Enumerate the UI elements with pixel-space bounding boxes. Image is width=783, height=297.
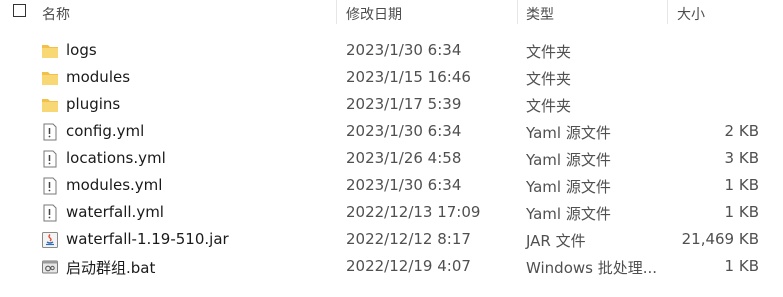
file-type: JAR 文件 bbox=[526, 232, 586, 250]
file-row[interactable]: locations.yml 2023/1/26 4:58 Yaml 源文件 3 … bbox=[0, 145, 783, 172]
file-date: 2023/1/17 5:39 bbox=[346, 95, 462, 113]
file-row[interactable]: 启动群组.bat 2022/12/19 4:07 Windows 批处理... … bbox=[0, 253, 783, 280]
file-date: 2023/1/15 16:46 bbox=[346, 68, 471, 86]
java-jar-icon bbox=[41, 231, 59, 249]
yaml-file-icon bbox=[41, 204, 59, 222]
select-all-checkbox[interactable] bbox=[13, 4, 26, 17]
file-name: modules.yml bbox=[66, 176, 163, 194]
column-divider[interactable] bbox=[517, 0, 518, 24]
file-size: 2 KB bbox=[724, 122, 759, 140]
file-size: 21,469 KB bbox=[681, 230, 759, 248]
file-row[interactable]: modules.yml 2023/1/30 6:34 Yaml 源文件 1 KB bbox=[0, 172, 783, 199]
file-name: logs bbox=[66, 41, 97, 59]
file-name: 启动群组.bat bbox=[66, 259, 156, 277]
file-row[interactable]: waterfall-1.19-510.jar 2022/12/12 8:17 J… bbox=[0, 226, 783, 253]
column-header-name[interactable]: 名称 bbox=[42, 4, 70, 24]
column-header: ⌃ 名称 修改日期 类型 大小 bbox=[0, 0, 783, 27]
file-row[interactable]: logs 2023/1/30 6:34 文件夹 bbox=[0, 37, 783, 64]
file-date: 2023/1/30 6:34 bbox=[346, 122, 462, 140]
batch-file-icon bbox=[41, 258, 59, 276]
file-date: 2022/12/13 17:09 bbox=[346, 203, 481, 221]
file-type: 文件夹 bbox=[526, 70, 572, 88]
file-row[interactable]: waterfall.yml 2022/12/13 17:09 Yaml 源文件 … bbox=[0, 199, 783, 226]
file-date: 2023/1/26 4:58 bbox=[346, 149, 462, 167]
column-header-size[interactable]: 大小 bbox=[677, 4, 705, 24]
column-divider[interactable] bbox=[667, 0, 668, 24]
folder-icon bbox=[41, 96, 59, 114]
file-size: 3 KB bbox=[724, 149, 759, 167]
file-type: Windows 批处理... bbox=[526, 259, 658, 277]
file-row[interactable]: config.yml 2023/1/30 6:34 Yaml 源文件 2 KB bbox=[0, 118, 783, 145]
file-type: Yaml 源文件 bbox=[526, 205, 611, 223]
file-size: 1 KB bbox=[724, 257, 759, 275]
file-type: Yaml 源文件 bbox=[526, 124, 611, 142]
file-name: locations.yml bbox=[66, 149, 166, 167]
file-name: plugins bbox=[66, 95, 121, 113]
file-name: waterfall.yml bbox=[66, 203, 164, 221]
file-type: Yaml 源文件 bbox=[526, 178, 611, 196]
file-row[interactable]: plugins 2023/1/17 5:39 文件夹 bbox=[0, 91, 783, 118]
file-type: 文件夹 bbox=[526, 97, 572, 115]
file-name: config.yml bbox=[66, 122, 145, 140]
file-name: waterfall-1.19-510.jar bbox=[66, 230, 229, 248]
file-type: 文件夹 bbox=[526, 43, 572, 61]
column-header-type[interactable]: 类型 bbox=[526, 4, 554, 24]
file-name: modules bbox=[66, 68, 131, 86]
file-date: 2022/12/12 8:17 bbox=[346, 230, 471, 248]
column-divider[interactable] bbox=[336, 0, 337, 24]
file-date: 2023/1/30 6:34 bbox=[346, 41, 462, 59]
column-header-date[interactable]: 修改日期 bbox=[346, 4, 402, 24]
file-type: Yaml 源文件 bbox=[526, 151, 611, 169]
sort-caret-icon: ⌃ bbox=[175, 0, 184, 7]
file-row[interactable]: modules 2023/1/15 16:46 文件夹 bbox=[0, 64, 783, 91]
yaml-file-icon bbox=[41, 150, 59, 168]
file-date: 2023/1/30 6:34 bbox=[346, 176, 462, 194]
file-size: 1 KB bbox=[724, 203, 759, 221]
file-date: 2022/12/19 4:07 bbox=[346, 257, 471, 275]
file-size: 1 KB bbox=[724, 176, 759, 194]
yaml-file-icon bbox=[41, 177, 59, 195]
folder-icon bbox=[41, 42, 59, 60]
folder-icon bbox=[41, 69, 59, 87]
yaml-file-icon bbox=[41, 123, 59, 141]
